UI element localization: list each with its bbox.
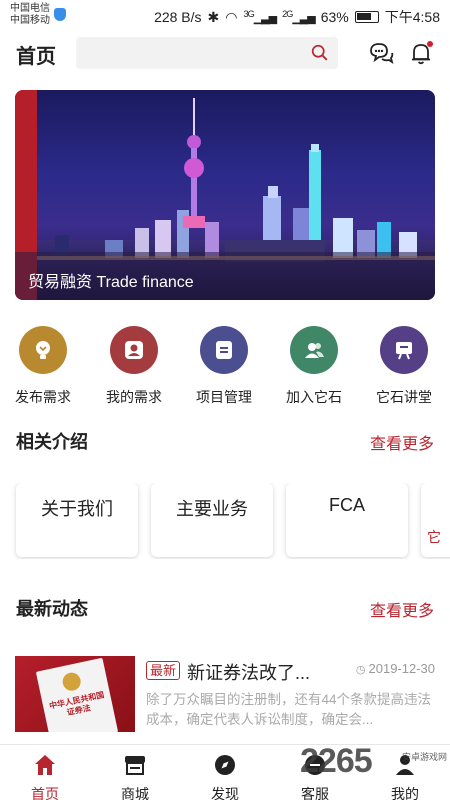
quick-action-publish[interactable]: 发布需求 <box>8 326 78 407</box>
card-label: 它 <box>427 529 441 545</box>
card-label: 关于我们 <box>41 499 113 519</box>
tab-mall[interactable]: 商城 <box>105 745 165 800</box>
banner-carousel[interactable]: 贸易融资 Trade finance <box>15 90 435 300</box>
quick-action-label: 我的需求 <box>106 389 162 405</box>
document-icon[interactable] <box>200 326 248 374</box>
battery-icon <box>354 11 379 23</box>
presentation-icon[interactable] <box>380 326 428 374</box>
tab-home[interactable]: 首页 <box>15 745 75 800</box>
card-fca[interactable]: FCA <box>286 483 408 557</box>
search-input[interactable] <box>76 37 338 69</box>
quick-actions: 发布需求 我的需求 项目管理 加入它石 它石讲堂 <box>0 326 450 406</box>
bluetooth-icon: ✱ <box>207 8 220 25</box>
intro-section-title: 相关介绍 <box>16 432 88 452</box>
shield-icon <box>54 8 66 21</box>
user-icon[interactable] <box>110 326 158 374</box>
card-label: FCA <box>329 495 365 515</box>
quick-action-label: 加入它石 <box>286 389 342 405</box>
carrier-2: 中国移动 <box>10 15 50 26</box>
news-date: 2019-12-30 <box>356 661 436 676</box>
tab-label: 客服 <box>301 786 329 800</box>
banner-caption-text: 贸易融资 Trade finance <box>28 274 194 291</box>
carrier-info: 中国电信 中国移动 <box>10 3 50 27</box>
battery-percent: 63% <box>320 9 349 25</box>
tab-label: 发现 <box>211 786 239 800</box>
tab-label: 商城 <box>121 786 149 800</box>
tab-label: 首页 <box>31 786 59 800</box>
law-book-image: 中华人民共和国证券法 <box>35 657 119 732</box>
status-bar: 中国电信 中国移动 228 B/s ✱ ◠ 3G▁▃▅ 2G▁▃▅ 63% 下午… <box>0 0 450 30</box>
news-title: 新证券法改了... <box>187 663 311 683</box>
search-icon[interactable] <box>311 44 328 61</box>
group-icon[interactable] <box>290 326 338 374</box>
bell-icon[interactable] <box>408 40 434 66</box>
news-more-link[interactable]: 查看更多 <box>370 597 434 621</box>
lightbulb-icon[interactable] <box>19 326 67 374</box>
tab-discover[interactable]: 发现 <box>195 745 255 800</box>
quick-action-projects[interactable]: 项目管理 <box>189 326 259 407</box>
watermark-logo: 2265 <box>300 742 373 780</box>
card-partial[interactable]: 它 <box>421 483 450 557</box>
book-title: 中华人民共和国证券法 <box>48 690 106 718</box>
news-section-title: 最新动态 <box>16 599 88 619</box>
card-label: 主要业务 <box>176 499 248 519</box>
news-badge: 最新 <box>146 661 181 680</box>
signal-2g: 2G▁▃▅ <box>282 9 316 25</box>
quick-action-join[interactable]: 加入它石 <box>279 326 349 407</box>
page-title: 首页 <box>16 46 56 68</box>
network-speed: 228 B/s <box>154 9 202 25</box>
quick-action-label: 发布需求 <box>15 389 71 405</box>
app-header: 首页 <box>0 36 450 70</box>
chat-icon[interactable] <box>368 40 394 66</box>
compass-icon <box>215 755 235 775</box>
watermark-subtext: 安卓游戏网 <box>402 752 448 762</box>
news-thumbnail: 中华人民共和国证券法 <box>15 656 135 732</box>
card-about-us[interactable]: 关于我们 <box>16 483 138 557</box>
intro-more-link[interactable]: 查看更多 <box>370 430 434 454</box>
tab-label: 我的 <box>391 786 419 800</box>
signal-3g: 3G▁▃▅ <box>243 9 278 25</box>
store-icon <box>125 756 145 775</box>
intro-cards: 关于我们 主要业务 FCA 它 <box>0 483 450 559</box>
wifi-icon: ◠ <box>225 8 238 25</box>
status-indicators: 228 B/s ✱ ◠ 3G▁▃▅ 2G▁▃▅ 63% 下午4:58 <box>154 7 440 27</box>
news-description: 除了万众瞩目的注册制，还有44个条款提高违法成本，确定代表人诉讼制度，确定会..… <box>146 692 432 727</box>
quick-action-my-needs[interactable]: 我的需求 <box>99 326 169 407</box>
home-icon <box>35 755 55 775</box>
quick-action-label: 项目管理 <box>196 389 252 405</box>
bottom-tab-bar: 首页 商城 发现 客服 我的 <box>0 744 450 800</box>
card-main-business[interactable]: 主要业务 <box>151 483 273 557</box>
news-item[interactable]: 中华人民共和国证券法 最新 新证券法改了... 2019-12-30 除了万众瞩… <box>15 656 435 732</box>
carrier-1: 中国电信 <box>10 3 50 14</box>
quick-action-lecture[interactable]: 它石讲堂 <box>369 326 439 407</box>
clock: 下午4:58 <box>384 9 440 25</box>
banner-caption: 贸易融资 Trade finance <box>15 252 435 300</box>
quick-action-label: 它石讲堂 <box>376 389 432 405</box>
emblem-icon <box>60 670 83 693</box>
